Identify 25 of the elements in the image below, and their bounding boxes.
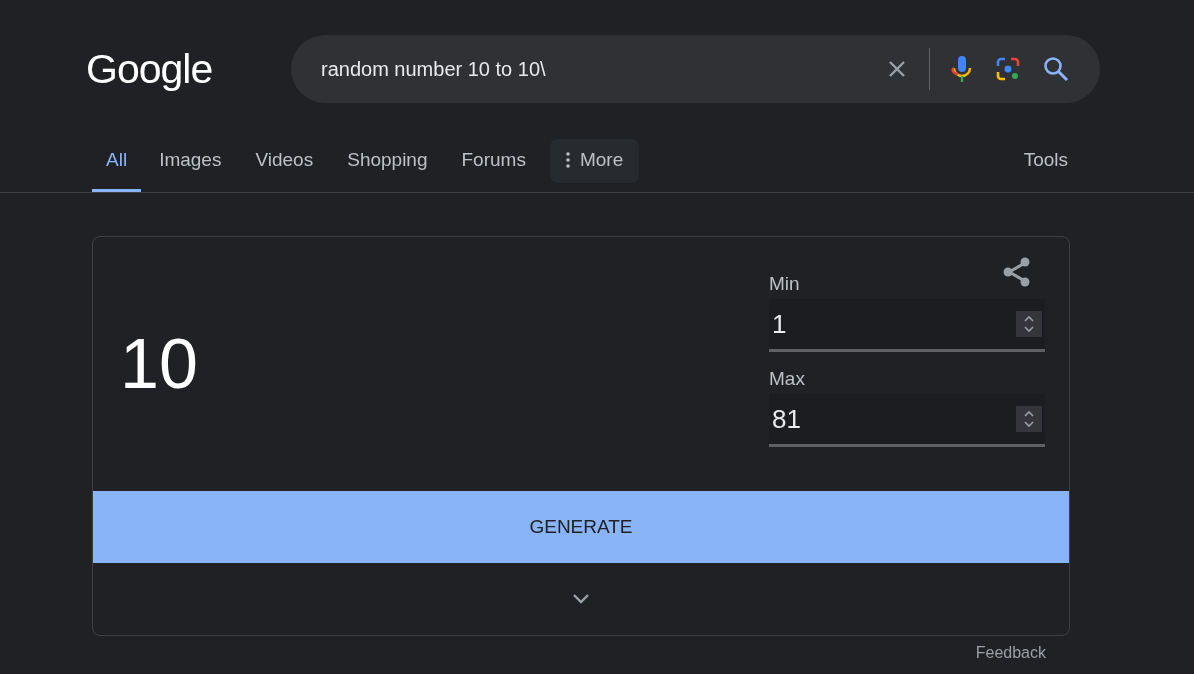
microphone-icon[interactable] — [950, 54, 974, 84]
chevron-down-icon[interactable] — [571, 593, 591, 605]
nav-tab[interactable]: Shopping — [331, 130, 444, 192]
spinner-icon[interactable] — [1016, 406, 1042, 432]
field-label: Min — [769, 273, 801, 295]
search-field[interactable]: random number 10 to 10\ — [291, 35, 1100, 103]
nav-tab[interactable]: Forums — [445, 130, 542, 192]
search-query[interactable]: random number 10 to 10\ — [321, 57, 865, 81]
spinner-icon[interactable] — [1016, 311, 1042, 337]
nav-tab[interactable]: Videos — [239, 130, 330, 192]
feedback-link[interactable]: Feedback — [975, 644, 1046, 662]
nav-tab[interactable]: Images — [143, 130, 238, 192]
nav-tab[interactable]: All — [92, 130, 142, 192]
share-icon[interactable] — [1003, 257, 1031, 287]
field-label: Max — [769, 368, 806, 390]
tools-tab[interactable]: Tools — [1007, 130, 1084, 192]
search-icon[interactable] — [1042, 55, 1070, 83]
result-number: 10 — [120, 324, 198, 404]
number-field[interactable]: 81 — [769, 394, 1045, 447]
more-menu[interactable]: More — [549, 139, 640, 183]
generate-button[interactable]: GENERATE — [93, 491, 1069, 563]
camera-icon[interactable] — [994, 55, 1022, 83]
kebab-icon — [565, 151, 570, 168]
logo[interactable]: Google — [86, 45, 291, 93]
number-field[interactable]: 1 — [769, 299, 1045, 352]
